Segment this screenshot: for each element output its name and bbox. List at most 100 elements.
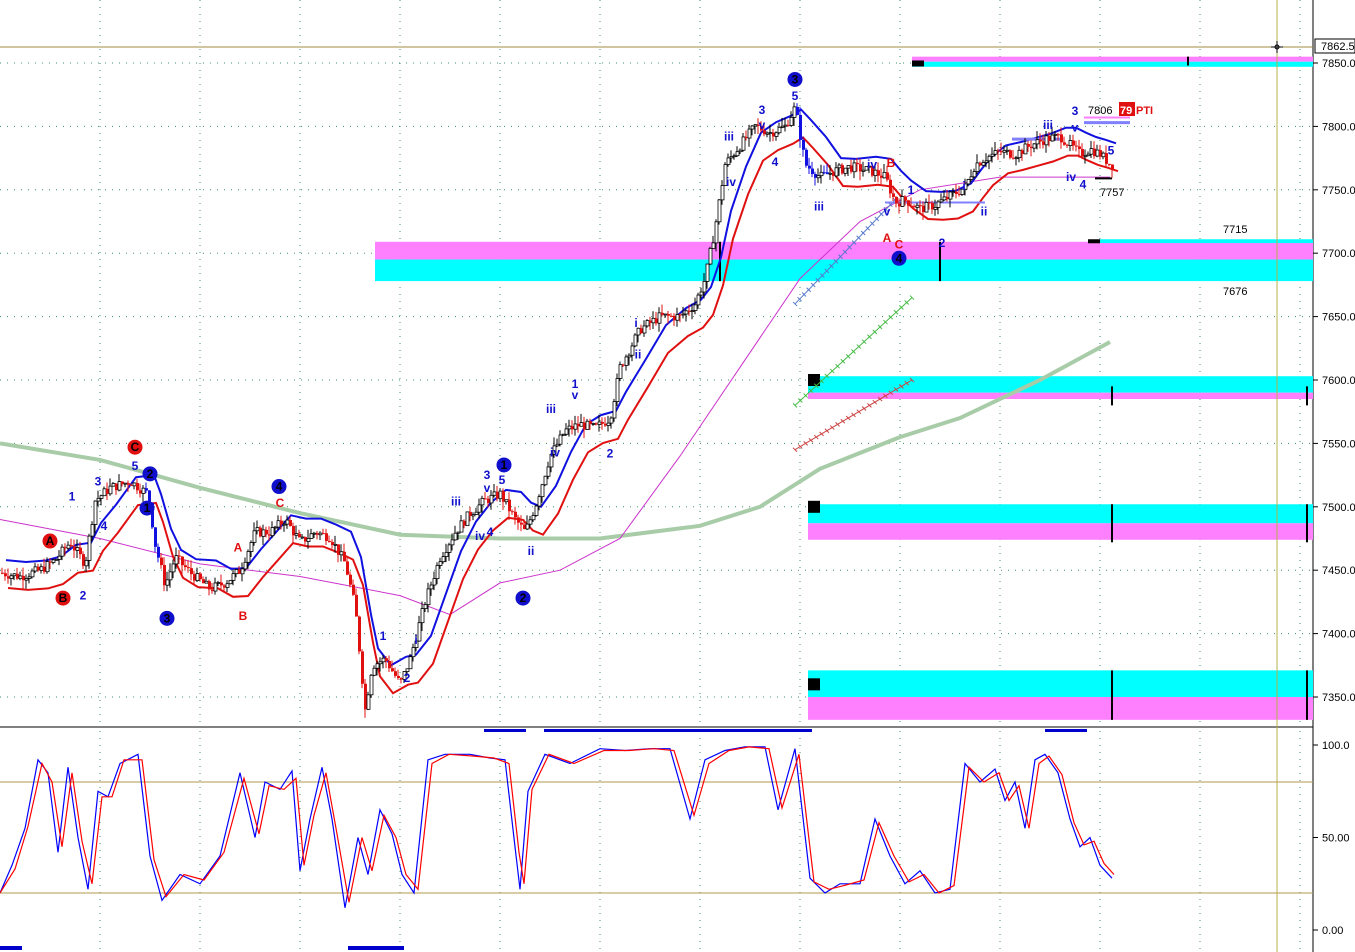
price-bar-body: [673, 315, 676, 321]
wave-label: v: [484, 481, 491, 495]
price-bar-body: [663, 313, 668, 316]
price-bar-body: [417, 622, 422, 642]
price-bar-body: [904, 196, 907, 201]
price-bar-body: [294, 533, 299, 536]
price-bar-body: [1089, 148, 1094, 155]
wave-label: 3: [792, 72, 799, 86]
price-bar-body: [546, 466, 551, 477]
price-bar-body: [204, 580, 209, 584]
price-bar-body: [657, 312, 662, 324]
price-bar-body: [187, 567, 190, 569]
price-bar-body: [591, 423, 596, 425]
price-bar-body: [193, 574, 196, 581]
price-bar-body: [54, 558, 59, 561]
price-bar-body: [304, 537, 307, 542]
price-bar-body: [397, 675, 400, 679]
price-annotation-7676: 7676: [1223, 286, 1247, 298]
price-bar-body: [39, 566, 44, 571]
price-bar-body: [517, 517, 520, 523]
price-bar-body: [115, 483, 118, 491]
chart-area[interactable]: AB1234C5213ABC412iiiiiv 4v3 51ii2iiiivv12i…: [0, 0, 1355, 952]
price-bar-body: [213, 582, 218, 592]
zone-band: [808, 670, 1313, 697]
wave-label: v: [884, 204, 891, 218]
price-bar-body: [1014, 157, 1019, 160]
price-bar-body: [567, 425, 572, 430]
price-bar-body: [435, 565, 440, 580]
price-bar-body: [33, 566, 38, 572]
wave-label: iii: [1043, 118, 1053, 132]
price-bar-body: [249, 541, 254, 552]
price-bar-body: [423, 604, 428, 609]
price-bar-body: [640, 328, 643, 334]
price-bar-body: [282, 523, 287, 526]
price-bar-body: [372, 667, 377, 676]
price-bar-body: [316, 533, 319, 535]
price-bar-body: [456, 531, 461, 534]
price-bar-body: [699, 291, 704, 296]
price-panel[interactable]: [0, 0, 1313, 724]
price-bar-body: [465, 511, 470, 527]
price-bar-body: [655, 318, 658, 324]
price-bar-body: [936, 201, 941, 208]
signal-bar: [1045, 729, 1087, 732]
price-bar-body: [1000, 151, 1003, 153]
price-bar-body: [300, 536, 305, 539]
wave-label: 2: [939, 236, 946, 250]
wave-label: 1: [144, 501, 151, 515]
price-bar-body: [420, 608, 425, 624]
price-bar-body: [792, 106, 797, 118]
wave-label: 1: [908, 183, 915, 197]
pti-score: 79: [1120, 105, 1132, 117]
price-bar-body: [823, 172, 826, 174]
wave-label: A: [46, 534, 55, 548]
price-bar-body: [75, 547, 80, 551]
price-bar-body: [228, 579, 233, 585]
wave-label: 4: [772, 155, 779, 169]
price-bar-body: [426, 588, 431, 606]
price-bar-body: [886, 172, 889, 180]
price-bar-body: [1057, 134, 1060, 136]
price-bar-body: [64, 547, 67, 549]
price-bar-body: [231, 573, 236, 581]
price-bar-body: [814, 174, 817, 178]
price-bar-body: [208, 581, 211, 590]
wave-label: 4: [276, 480, 283, 494]
price-bar-body: [243, 561, 248, 570]
wave-label: 5: [792, 89, 799, 103]
price-bar-body: [352, 584, 355, 595]
price-bar-body: [145, 488, 148, 491]
price-bar-body: [318, 532, 323, 536]
price-bar-body: [111, 483, 116, 487]
price-bar-body: [898, 203, 901, 207]
price-bar-body: [922, 205, 925, 213]
price-bar-body: [612, 401, 617, 419]
wave-label: 1: [501, 458, 508, 472]
price-bar-body: [979, 162, 982, 166]
price-tick-label: 7750.0: [1322, 185, 1355, 197]
price-bar-body: [1072, 140, 1075, 146]
price-bar-body: [690, 310, 695, 312]
price-bar-body: [487, 498, 490, 503]
price-bar-body: [633, 334, 638, 347]
price-bar-body: [577, 423, 580, 427]
signal-bar: [0, 946, 22, 950]
price-bar-body: [597, 421, 602, 425]
wave-label: A: [883, 231, 892, 245]
price-bar-body: [859, 164, 862, 172]
price-bar-body: [178, 555, 181, 557]
price-bar-body: [681, 313, 686, 316]
price-bar-body: [1108, 163, 1111, 165]
wave-label: i: [414, 633, 417, 647]
wave-label: iii: [546, 402, 556, 416]
price-axis: [1313, 0, 1355, 952]
price-bar-body: [66, 544, 71, 549]
wave-label: 4: [101, 519, 108, 533]
price-bar-body: [837, 164, 842, 169]
price-bar-body: [1039, 139, 1042, 142]
price-bar-body: [43, 566, 46, 572]
oscillator-panel[interactable]: [0, 731, 1313, 952]
wave-label: C: [276, 496, 285, 510]
price-tick-label: 7650.0: [1322, 312, 1355, 324]
price-bar-body: [714, 221, 719, 244]
